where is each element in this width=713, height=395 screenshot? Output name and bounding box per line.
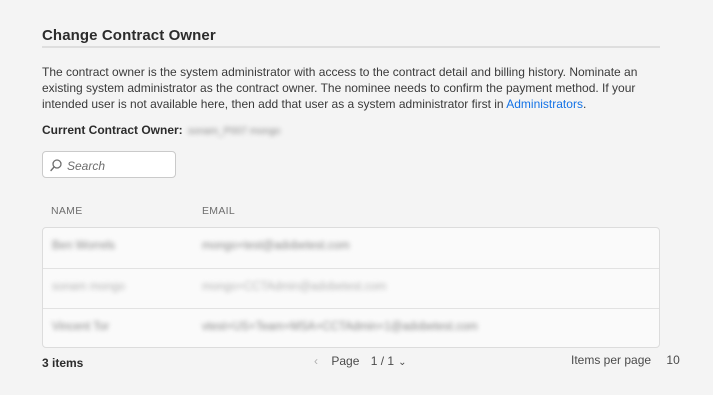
row-email: vtest+US+Team+MSA+CCTAdmin+1@adobetest.c… xyxy=(202,321,478,333)
row-name: Vincent Tor xyxy=(52,321,110,333)
section-description: The contract owner is the system adminis… xyxy=(42,64,662,112)
section-title: Change Contract Owner xyxy=(42,27,216,44)
search-input[interactable] xyxy=(65,156,174,176)
search-icon xyxy=(50,159,62,172)
administrators-link[interactable]: Administrators xyxy=(506,97,583,111)
page-select[interactable]: 1 / 1 ⌄ xyxy=(371,354,407,368)
page-label: Page xyxy=(331,354,360,368)
search-field[interactable] xyxy=(42,151,176,178)
description-end: . xyxy=(582,97,587,111)
column-header-email[interactable]: EMAIL xyxy=(202,205,235,217)
item-count: 3 items xyxy=(42,356,84,370)
row-email: mongo+test@adobetest.com xyxy=(202,240,350,252)
current-owner-label: Current Contract Owner: xyxy=(42,123,183,137)
chevron-down-icon: ⌄ xyxy=(398,357,407,368)
column-header-name[interactable]: NAME xyxy=(51,205,83,217)
table-row[interactable]: Ben Worrels mongo+test@adobetest.com xyxy=(43,228,659,268)
chevron-left-icon[interactable]: ‹ xyxy=(314,354,318,368)
current-owner-value: sonam_P007 mongo xyxy=(188,126,281,137)
items-per-page: Items per page 10 xyxy=(571,353,680,367)
row-name: sonam mongo xyxy=(52,281,125,293)
table-row[interactable]: Vincent Tor vtest+US+Team+MSA+CCTAdmin+1… xyxy=(43,308,659,347)
title-divider xyxy=(42,46,660,48)
items-per-page-label: Items per page xyxy=(571,353,652,367)
row-name: Ben Worrels xyxy=(52,240,116,252)
items-per-page-select[interactable]: 10 xyxy=(666,353,679,367)
row-email: mongo+CCTAdmin@adobetest.com xyxy=(202,281,387,293)
page-value: 1 / 1 xyxy=(370,354,395,368)
pagination: ‹ Page 1 / 1 ⌄ xyxy=(314,354,406,368)
table-row[interactable]: sonam mongo mongo+CCTAdmin@adobetest.com xyxy=(43,268,659,309)
administrators-table: Ben Worrels mongo+test@adobetest.com son… xyxy=(42,227,660,348)
current-owner-row: Current Contract Owner: sonam_P007 mongo xyxy=(42,123,280,137)
